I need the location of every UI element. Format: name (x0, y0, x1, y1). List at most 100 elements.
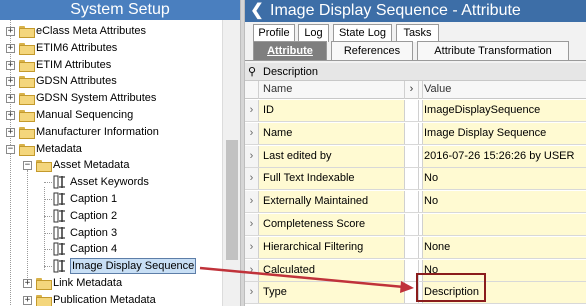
tree-item-label: ETIM Attributes (36, 58, 112, 71)
tab-attribute-transformation[interactable]: Attribute Transformation (417, 41, 569, 60)
chevron-right-icon[interactable]: › (245, 259, 259, 281)
tree-item-asset-metadata[interactable]: − Asset Metadata (0, 157, 222, 173)
collapse-icon[interactable]: − (23, 161, 32, 171)
chevron-right-icon[interactable]: › (405, 81, 419, 99)
row-spacer-cell (405, 145, 419, 167)
folder-icon (19, 143, 35, 156)
attribute-row-last-edited-by[interactable]: › Last edited by 2016-07-26 15:26:26 by US… (245, 145, 586, 168)
chevron-right-icon[interactable]: › (245, 122, 259, 144)
system-setup-panel: System Setup + eClass Meta Attributes + ETI… (0, 0, 240, 306)
chevron-right-icon[interactable]: › (245, 145, 259, 167)
folder-icon (19, 110, 35, 122)
tree-item-caption-1[interactable]: Caption 1 (0, 191, 222, 207)
attribute-row-hierarchical-filtering[interactable]: › Hierarchical Filtering None (245, 236, 586, 259)
scrollbar-thumb[interactable] (226, 140, 238, 260)
attribute-row-name[interactable]: › Name Image Display Sequence (245, 122, 586, 145)
folder-icon (19, 76, 35, 89)
tab-attribute[interactable]: Attribute (253, 41, 327, 60)
tree-item-etim-attributes[interactable]: + ETIM Attributes (0, 57, 222, 73)
tree-connector (44, 215, 52, 217)
folder-icon (19, 59, 35, 72)
section-header[interactable]: ⚲ Description (245, 63, 586, 81)
chevron-right-icon[interactable]: › (245, 168, 259, 190)
attribute-icon (53, 175, 65, 189)
row-spacer-cell (405, 122, 419, 144)
expand-icon[interactable]: + (6, 60, 15, 70)
expand-icon[interactable]: + (6, 127, 15, 137)
tree-connector (44, 266, 52, 268)
tree-connector (44, 182, 52, 184)
chevron-right-icon[interactable]: › (245, 214, 259, 235)
tab-log[interactable]: Log (298, 24, 329, 42)
tree-item-caption-4[interactable]: Caption 4 (0, 241, 222, 257)
row-spacer-cell (405, 236, 419, 258)
attribute-row-completeness-score[interactable]: › Completeness Score (245, 214, 586, 236)
attribute-value-cell[interactable] (423, 214, 586, 235)
tree-item-label: Publication Metadata (53, 293, 156, 306)
column-header-value[interactable]: Value (423, 81, 586, 99)
tree-item-image-display-sequence[interactable]: Image Display Sequence (0, 258, 222, 275)
collapse-icon[interactable]: − (6, 144, 15, 154)
tree-item-label: GDSN Attributes (36, 75, 117, 88)
tree-item-gdsn-attributes[interactable]: + GDSN Attributes (0, 73, 222, 89)
attribute-name-cell: Type (259, 282, 405, 304)
tree-scrollbar[interactable] (222, 20, 240, 306)
attribute-value-cell[interactable]: ImageDisplaySequence (423, 100, 586, 121)
attribute-icon (53, 192, 65, 206)
folder-icon (36, 278, 52, 290)
expand-icon[interactable]: + (6, 94, 15, 104)
tab-references[interactable]: References (331, 41, 413, 60)
expand-icon[interactable]: + (6, 43, 15, 53)
tree-item-metadata[interactable]: − Metadata (0, 141, 222, 157)
tree-item-etim6-attributes[interactable]: + ETIM6 Attributes (0, 40, 222, 56)
expand-icon[interactable]: + (23, 279, 32, 288)
attribute-value-cell[interactable]: 2016-07-26 15:26:26 by USER (423, 145, 586, 167)
tree-item-label: Caption 2 (70, 209, 118, 222)
chevron-right-icon[interactable]: › (245, 282, 259, 304)
tree-item-caption-3[interactable]: Caption 3 (0, 225, 222, 241)
tab-row-primary: Profile Log State Log Tasks (245, 24, 586, 42)
attribute-header: ❮ Image Display Sequence - Attribute (245, 0, 586, 22)
tree-item-publication-metadata[interactable]: + Publication Metadata (0, 292, 222, 306)
chevron-right-icon[interactable]: › (245, 191, 259, 213)
folder-icon (19, 126, 35, 139)
tree-item-link-metadata[interactable]: + Link Metadata (0, 275, 222, 291)
attribute-name-cell: ID (259, 100, 405, 121)
tree-item-label: Asset Metadata (53, 159, 130, 172)
tree-item-gdsn-system-attributes[interactable]: + GDSN System Attributes (0, 90, 222, 106)
tree-view: + eClass Meta Attributes + ETIM6 Attributes… (0, 20, 222, 306)
tree-item-manual-sequencing[interactable]: + Manual Sequencing (0, 107, 222, 123)
row-spacer-cell (405, 168, 419, 190)
chevron-right-icon[interactable]: › (245, 236, 259, 258)
tab-profile[interactable]: Profile (253, 24, 295, 42)
expand-icon[interactable]: + (6, 77, 15, 87)
column-header-name[interactable]: Name (259, 81, 405, 99)
expand-icon[interactable]: + (6, 111, 15, 120)
tree-connector (44, 232, 52, 234)
tree-item-caption-2[interactable]: Caption 2 (0, 208, 222, 224)
tab-tasks[interactable]: Tasks (396, 24, 439, 42)
attribute-value-cell[interactable]: None (423, 236, 586, 258)
tree-item-eclass-meta-attributes[interactable]: + eClass Meta Attributes (0, 23, 222, 39)
tab-state-log[interactable]: State Log (333, 24, 392, 42)
tree-item-label: GDSN System Attributes (36, 92, 157, 105)
pin-icon[interactable]: ⚲ (248, 63, 260, 81)
back-arrow-icon[interactable]: ❮ (248, 1, 266, 21)
attribute-value-cell[interactable]: Image Display Sequence (423, 122, 586, 144)
attribute-row-id[interactable]: › ID ImageDisplaySequence (245, 100, 586, 122)
chevron-right-icon[interactable]: › (245, 100, 259, 121)
tree-item-manufacturer-information[interactable]: + Manufacturer Information (0, 124, 222, 140)
tree-connector (44, 249, 52, 251)
attribute-name-cell: Name (259, 122, 405, 144)
expand-icon[interactable]: + (6, 27, 15, 36)
tree-item-asset-keywords[interactable]: Asset Keywords (0, 174, 222, 190)
attribute-value-cell[interactable]: No (423, 168, 586, 190)
tree-item-label: eClass Meta Attributes (36, 25, 147, 37)
tree-item-label: Manual Sequencing (36, 109, 134, 121)
tree-item-label: Image Display Sequence (70, 258, 197, 275)
tree-item-label: Link Metadata (53, 277, 123, 289)
attribute-row-externally-maintained[interactable]: › Externally Maintained No (245, 191, 586, 214)
expand-icon[interactable]: + (23, 295, 32, 305)
attribute-value-cell[interactable]: No (423, 191, 586, 213)
attribute-row-full-text-indexable[interactable]: › Full Text Indexable No (245, 168, 586, 191)
